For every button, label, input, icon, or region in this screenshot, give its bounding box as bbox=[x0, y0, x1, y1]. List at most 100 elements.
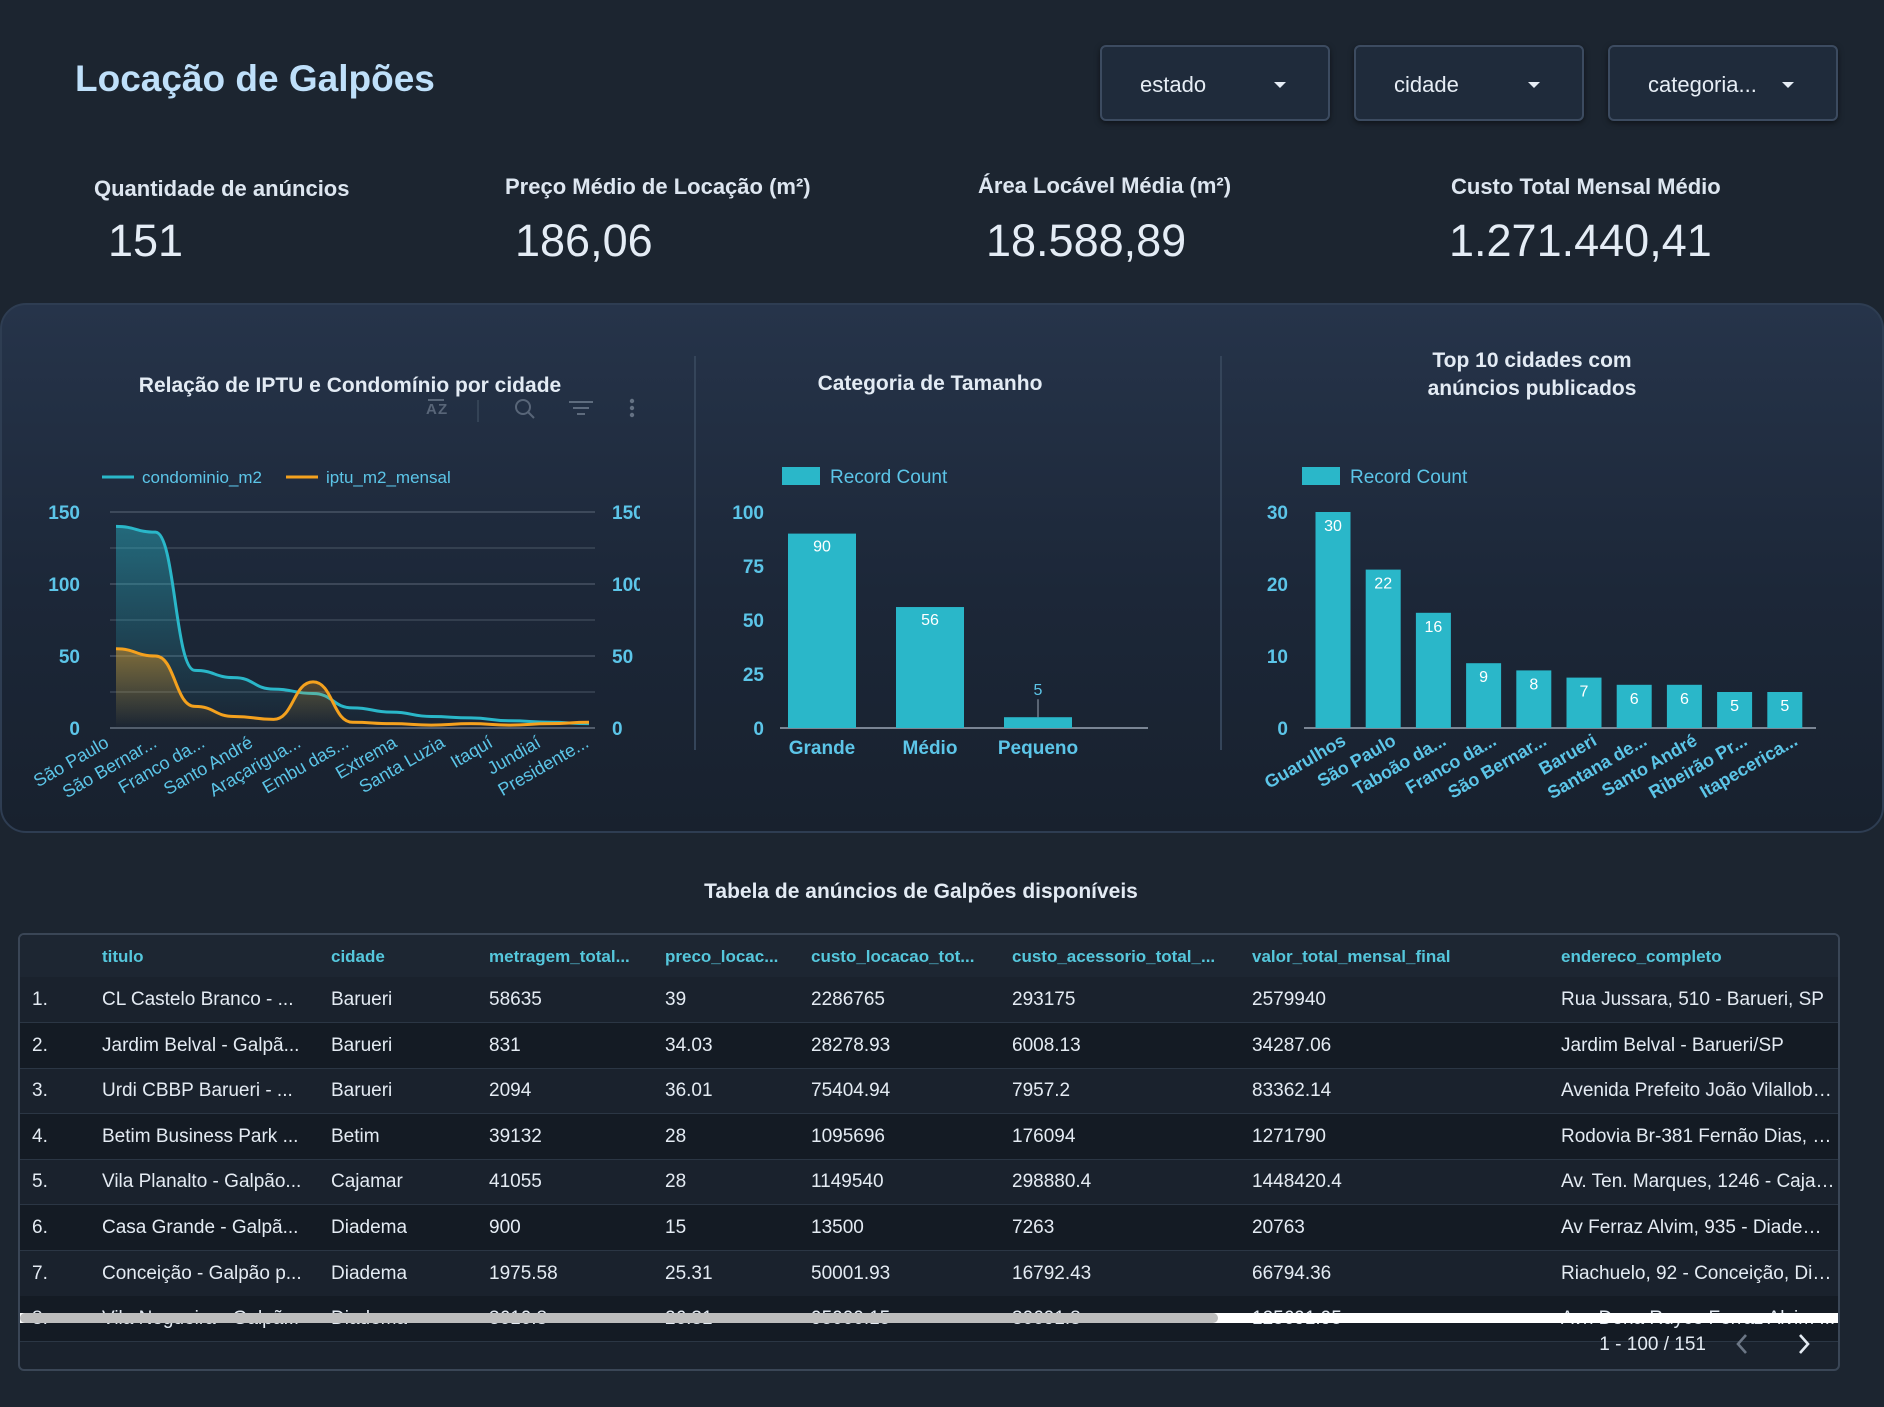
horizontal-scrollbar[interactable] bbox=[20, 1313, 1838, 1323]
x-tick-label: Grande bbox=[789, 738, 856, 759]
chart-divider bbox=[1220, 356, 1222, 750]
table-cell: 83362.14 bbox=[1252, 1080, 1332, 1102]
page-title: Locação de Galpões bbox=[75, 58, 435, 99]
kpi-label-preco-medio: Preço Médio de Locação (m²) bbox=[505, 174, 811, 199]
kpi-value-area-media: 18.588,89 bbox=[986, 215, 1187, 266]
pagination-label: 1 - 100 / 151 bbox=[1599, 1334, 1706, 1355]
table-cell: Diadema bbox=[331, 1262, 408, 1284]
table-row[interactable]: 3. Urdi CBBP Barueri - ... Barueri 2094 36.0… bbox=[20, 1068, 1838, 1115]
chart-toolbar: A Z bbox=[426, 398, 635, 422]
table-cell: 39 bbox=[665, 989, 687, 1010]
prev-page-icon[interactable] bbox=[1732, 1331, 1752, 1357]
table-cell: Betim Business Park ... bbox=[102, 1125, 299, 1147]
table-cell: 1149540 bbox=[811, 1171, 884, 1193]
zoom-icon[interactable] bbox=[515, 399, 535, 419]
chevron-down-icon bbox=[1528, 82, 1540, 88]
table-cell: Riachuelo, 92 - Conceição, Dia... bbox=[1561, 1262, 1836, 1284]
table-cell: 176094 bbox=[1012, 1125, 1076, 1147]
y-tick-label: 50 bbox=[743, 611, 764, 632]
table-cell: Barueri bbox=[331, 1034, 393, 1056]
table-cell: 298880.4 bbox=[1012, 1171, 1092, 1193]
table-cell: 7263 bbox=[1012, 1217, 1055, 1238]
filter-categoria-dropdown[interactable]: categoria... bbox=[1608, 45, 1838, 121]
row-index: 2. bbox=[32, 1034, 48, 1056]
legend-label: condominio_m2 bbox=[142, 468, 262, 487]
table-row[interactable]: 1. CL Castelo Branco - ... Barueri 58635 39 2… bbox=[20, 977, 1838, 1023]
y-tick-label: 20 bbox=[1267, 575, 1288, 596]
y-tick-label: 30 bbox=[1267, 503, 1288, 524]
column-header-preco_locac[interactable]: preco_locac... bbox=[665, 947, 778, 967]
column-header-cidade[interactable]: cidade bbox=[331, 947, 385, 967]
table-cell: 28 bbox=[665, 1171, 687, 1193]
table-cell: 50001.93 bbox=[811, 1262, 891, 1284]
bar-value-label: 5 bbox=[1780, 698, 1789, 715]
bar-value-label: 16 bbox=[1425, 619, 1443, 636]
column-header-custo_locacao_tot[interactable]: custo_locacao_tot... bbox=[811, 947, 974, 967]
table-cell: 66794.36 bbox=[1252, 1262, 1332, 1284]
row-index: 4. bbox=[32, 1125, 48, 1147]
column-header-endereco_completo[interactable]: endereco_completo bbox=[1561, 947, 1722, 967]
series-area-condominio_m2 bbox=[116, 526, 589, 728]
next-page-icon[interactable] bbox=[1794, 1331, 1814, 1357]
x-tick-label: Médio bbox=[903, 738, 958, 759]
row-index: 6. bbox=[32, 1217, 48, 1238]
legend-swatch bbox=[782, 467, 820, 485]
scrollbar-thumb[interactable] bbox=[20, 1313, 1218, 1323]
table-row[interactable]: 7. Conceição - Galpão p... Diadema 1975.58 2… bbox=[20, 1251, 1838, 1297]
chart-divider bbox=[694, 356, 696, 750]
bar-value-label: 9 bbox=[1479, 669, 1488, 686]
legend-swatch bbox=[1302, 467, 1340, 485]
svg-text:A: A bbox=[426, 401, 437, 418]
column-header-titulo[interactable]: titulo bbox=[102, 947, 144, 967]
line-chart: 0 0 50 50 100 100 150 150 condominio_m2 iptu_m2_m… bbox=[30, 468, 640, 802]
table-cell: 34287.06 bbox=[1252, 1034, 1332, 1056]
more-vert-icon[interactable] bbox=[629, 398, 635, 418]
table-header: titulo cidade metragem_total... preco_locac… bbox=[20, 935, 1838, 977]
table-cell: 2286765 bbox=[811, 989, 885, 1010]
category-chart-title: Categoria de Tamanho bbox=[817, 372, 1043, 395]
kpi-value-custo-total: 1.271.440,41 bbox=[1449, 215, 1712, 266]
bar-value-label: 6 bbox=[1680, 691, 1689, 708]
table-cell: Vila Planalto - Galpão... bbox=[102, 1171, 302, 1193]
y-tick-label-right: 150 bbox=[612, 503, 640, 524]
column-header-metragem_total[interactable]: metragem_total... bbox=[489, 947, 630, 967]
bar-value-label: 30 bbox=[1324, 518, 1342, 535]
bar-value-label: 6 bbox=[1630, 691, 1639, 708]
y-tick-label-right: 50 bbox=[612, 647, 633, 668]
y-tick-label: 10 bbox=[1267, 647, 1288, 668]
bar-value-label: 5 bbox=[1730, 698, 1739, 715]
bar-value-label: 5 bbox=[1034, 682, 1043, 699]
column-header-valor_total_mensal_final[interactable]: valor_total_mensal_final bbox=[1252, 947, 1450, 967]
table-cell: Av Ferraz Alvim, 935 - Diadema... bbox=[1561, 1217, 1836, 1238]
table-cell: 36.01 bbox=[665, 1080, 713, 1102]
table-row[interactable]: 6. Casa Grande - Galpã... Diadema 900 15 1350… bbox=[20, 1205, 1838, 1251]
table-cell: Rua Jussara, 510 - Barueri, SP bbox=[1561, 989, 1824, 1010]
table-cell: 20763 bbox=[1252, 1217, 1305, 1238]
table-row[interactable]: 4. Betim Business Park ... Betim 39132 28 109… bbox=[20, 1113, 1838, 1160]
table-cell: Barueri bbox=[331, 989, 393, 1010]
legend-label: Record Count bbox=[830, 467, 948, 488]
bar-value-label: 22 bbox=[1374, 576, 1392, 593]
table-cell: Betim bbox=[331, 1125, 380, 1147]
filter-estado-dropdown[interactable]: estado bbox=[1100, 45, 1330, 121]
chevron-down-icon bbox=[1782, 82, 1794, 88]
y-tick-label: 75 bbox=[743, 557, 765, 578]
filter-cidade-dropdown[interactable]: cidade bbox=[1354, 45, 1584, 121]
table-cell: 2094 bbox=[489, 1080, 532, 1102]
y-tick-label: 0 bbox=[1277, 719, 1288, 740]
table-cell: 39132 bbox=[489, 1125, 542, 1147]
row-index: 7. bbox=[32, 1262, 48, 1284]
column-header-custo_acessorio_total_[interactable]: custo_acessorio_total_... bbox=[1012, 947, 1215, 967]
legend-label: Record Count bbox=[1350, 467, 1468, 488]
row-index: 3. bbox=[32, 1080, 48, 1102]
filter-label: categoria... bbox=[1648, 72, 1757, 97]
x-tick-label: Pequeno bbox=[998, 738, 1078, 759]
table-cell: 831 bbox=[489, 1034, 521, 1056]
sort-icon[interactable]: A Z bbox=[426, 399, 447, 418]
filter-icon[interactable] bbox=[569, 401, 593, 415]
table-title: Tabela de anúncios de Galpões disponívei… bbox=[704, 880, 1138, 903]
table-cell: Casa Grande - Galpã... bbox=[102, 1217, 299, 1238]
table-row[interactable]: 2. Jardim Belval - Galpã... Barueri 831 34.0… bbox=[20, 1022, 1838, 1069]
table-cell: Jardim Belval - Barueri/SP bbox=[1561, 1034, 1784, 1056]
table-row[interactable]: 5. Vila Planalto - Galpão... Cajamar 41055 2… bbox=[20, 1159, 1838, 1206]
